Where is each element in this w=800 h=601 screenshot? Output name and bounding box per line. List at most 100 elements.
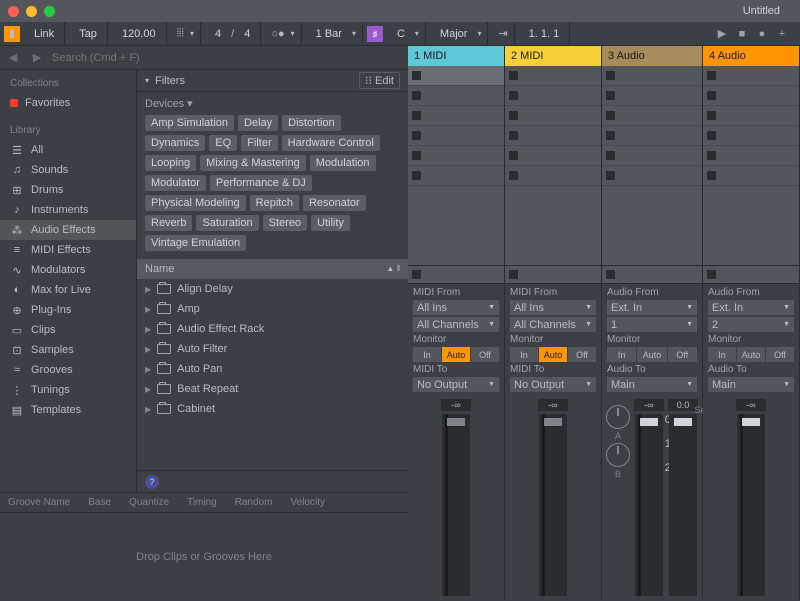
io-from-select[interactable]: All Ins▼ (413, 300, 499, 315)
clip-slot[interactable] (408, 86, 504, 106)
new-track-button[interactable]: + (774, 26, 790, 42)
filter-tag[interactable]: Amp Simulation (145, 115, 234, 131)
close-window-button[interactable] (8, 6, 19, 17)
clip-slot[interactable] (602, 86, 702, 106)
scale-mode-button[interactable]: ♯ (367, 26, 383, 42)
sidebar-item-tunings[interactable]: ⋮Tunings (0, 380, 136, 400)
clip-slot[interactable] (602, 66, 702, 86)
sidebar-item-samples[interactable]: ⊡Samples (0, 340, 136, 360)
metronome-dropdown-icon[interactable]: ▾ (190, 29, 194, 38)
clip-slot[interactable] (602, 146, 702, 166)
filter-toggle-icon[interactable]: ▾ (145, 76, 149, 85)
clip-slot[interactable] (602, 166, 702, 186)
send-knob-a[interactable] (606, 405, 630, 429)
device-item[interactable]: ▶Auto Pan (137, 359, 408, 379)
io-to-select[interactable]: Main▼ (607, 377, 697, 392)
play-button[interactable]: ▶ (714, 26, 730, 42)
volume-fader[interactable] (669, 414, 697, 596)
filter-tag[interactable]: Repitch (250, 195, 299, 211)
db-value[interactable]: -∞ (736, 399, 766, 411)
scene-stop[interactable] (703, 266, 799, 284)
db-value[interactable]: -∞ (538, 399, 568, 411)
device-item[interactable]: ▶Beat Repeat (137, 379, 408, 399)
help-icon[interactable]: ? (145, 475, 159, 489)
io-from-select[interactable]: Ext. In▼ (607, 300, 697, 315)
volume-fader[interactable] (539, 414, 567, 596)
volume-fader[interactable]: 01224 (635, 414, 663, 596)
monitor-off-button[interactable]: Off (568, 347, 596, 362)
clip-slot[interactable] (703, 126, 799, 146)
metronome-icon[interactable]: ⦙⦙⦙ (177, 27, 184, 40)
io-to-select[interactable]: No Output▼ (510, 377, 596, 392)
clip-slot[interactable] (703, 106, 799, 126)
sidebar-item-all[interactable]: ☰All (0, 140, 136, 160)
sidebar-item-favorites[interactable]: Favorites (0, 93, 136, 113)
filter-tag[interactable]: Resonator (303, 195, 366, 211)
link-button[interactable]: Link (30, 28, 58, 40)
monitor-auto-button[interactable]: Auto (442, 347, 471, 362)
monitor-in-button[interactable]: In (413, 347, 442, 362)
sidebar-item-modulators[interactable]: ∿Modulators (0, 260, 136, 280)
clip-slot[interactable] (505, 86, 601, 106)
clip-slot[interactable] (408, 166, 504, 186)
io-to-select[interactable]: No Output▼ (413, 377, 499, 392)
filter-tag[interactable]: Distortion (282, 115, 340, 131)
sidebar-item-clips[interactable]: ▭Clips (0, 320, 136, 340)
filter-tag[interactable]: Mixing & Mastering (200, 155, 306, 171)
io-channel-select[interactable]: All Channels▼ (413, 317, 499, 332)
device-item[interactable]: ▶Auto Filter (137, 339, 408, 359)
monitor-off-button[interactable]: Off (766, 347, 794, 362)
zoom-window-button[interactable] (44, 6, 55, 17)
clip-slot[interactable] (408, 146, 504, 166)
sidebar-item-templates[interactable]: ▤Templates (0, 400, 136, 420)
clip-slot[interactable] (505, 166, 601, 186)
filter-tag[interactable]: Vintage Emulation (145, 235, 246, 251)
time-sig-den[interactable]: 4 (240, 28, 254, 40)
io-channel-select[interactable]: 2▼ (708, 317, 794, 332)
time-sig-num[interactable]: 4 (211, 28, 225, 40)
clip-slot[interactable] (505, 126, 601, 146)
scene-stop[interactable] (408, 266, 504, 284)
filter-tag[interactable]: Reverb (145, 215, 192, 231)
volume-fader[interactable] (442, 414, 470, 596)
filter-tag[interactable]: Looping (145, 155, 196, 171)
filter-tag[interactable]: Filter (241, 135, 277, 151)
filter-tag[interactable]: Hardware Control (282, 135, 380, 151)
filter-tag[interactable]: Modulator (145, 175, 206, 191)
follow-icon[interactable]: ⇥ (498, 27, 507, 40)
monitor-off-button[interactable]: Off (668, 347, 697, 362)
io-channel-select[interactable]: All Channels▼ (510, 317, 596, 332)
nav-forward-button[interactable]: ▶ (28, 49, 46, 67)
io-to-select[interactable]: Main▼ (708, 377, 794, 392)
clip-slot[interactable] (505, 146, 601, 166)
name-column-header[interactable]: Name (145, 263, 174, 275)
devices-dropdown[interactable]: Devices ▾ (137, 92, 408, 115)
clip-slot[interactable] (505, 106, 601, 126)
sidebar-item-instruments[interactable]: ♪Instruments (0, 200, 136, 220)
sidebar-item-max-for-live[interactable]: ◐Max for Live (0, 280, 136, 300)
track-header[interactable]: 3 Audio (602, 46, 702, 66)
groove-drop-zone[interactable]: Drop Clips or Grooves Here (0, 513, 408, 601)
sidebar-item-audio-effects[interactable]: ⁂Audio Effects (0, 220, 136, 240)
filter-tag[interactable]: EQ (209, 135, 237, 151)
monitor-auto-button[interactable]: Auto (637, 347, 667, 362)
monitor-off-button[interactable]: Off (471, 347, 499, 362)
clip-slot[interactable] (408, 106, 504, 126)
filter-tag[interactable]: Stereo (263, 215, 307, 231)
monitor-auto-button[interactable]: Auto (737, 347, 766, 362)
clip-slot[interactable] (505, 66, 601, 86)
nav-back-button[interactable]: ◀ (4, 49, 22, 67)
clip-slot[interactable] (703, 86, 799, 106)
scale-select[interactable]: Major (436, 28, 472, 40)
filter-tag[interactable]: Dynamics (145, 135, 205, 151)
sidebar-item-midi-effects[interactable]: ≡MIDI Effects (0, 240, 136, 260)
device-item[interactable]: ▶Amp (137, 299, 408, 319)
filter-tag[interactable]: Modulation (310, 155, 376, 171)
quantize-bars[interactable]: 1 Bar (312, 28, 346, 40)
filter-tag[interactable]: Physical Modeling (145, 195, 246, 211)
search-input[interactable] (52, 52, 404, 64)
volume-fader[interactable] (737, 414, 765, 596)
tempo-value[interactable]: 120.00 (118, 28, 160, 40)
track-header[interactable]: 1 MIDI (408, 46, 504, 66)
device-item[interactable]: ▶Cabinet (137, 399, 408, 419)
